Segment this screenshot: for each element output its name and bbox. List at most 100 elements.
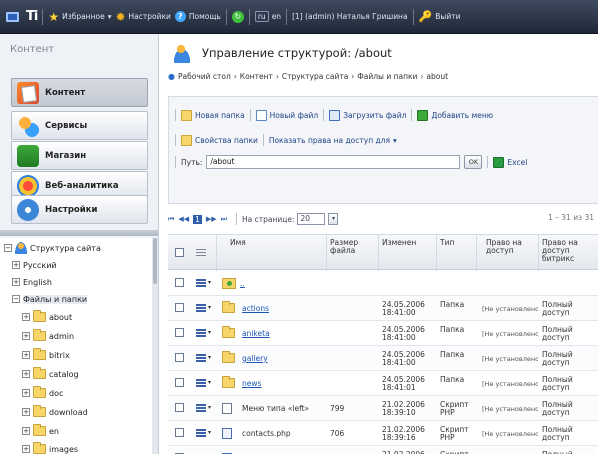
logout-button[interactable]: 🔑 Выйти xyxy=(419,10,461,23)
tree-item-en[interactable]: + en xyxy=(22,424,59,438)
collapse-icon[interactable]: − xyxy=(12,295,20,303)
current-user[interactable]: [1] (admin) Наталья Гришина xyxy=(292,12,408,21)
chevron-down-icon[interactable]: ▾ xyxy=(208,329,211,336)
menu-content-button[interactable]: Контент xyxy=(11,78,148,107)
table-row[interactable]: ▾ aniketa 24.05.2006 18:41:00 Папка [Не уста… xyxy=(168,321,598,346)
tree-item-russian[interactable]: + Русский xyxy=(12,258,57,272)
chevron-down-icon[interactable]: ▾ xyxy=(208,379,211,386)
row-checkbox[interactable] xyxy=(175,353,184,362)
menu-services-button[interactable]: Сервисы xyxy=(11,111,148,140)
tree-scrollbar[interactable] xyxy=(152,238,158,454)
table-row[interactable]: ▾.. xyxy=(168,271,598,296)
column-size[interactable]: Размер файла xyxy=(330,239,368,255)
add-menu-button[interactable]: Добавить меню xyxy=(417,109,493,121)
column-access-bitrix[interactable]: Право на доступ битрикс xyxy=(542,239,592,263)
lang-ru-button[interactable]: ru xyxy=(254,11,269,22)
menu-settings-button[interactable]: Настройки xyxy=(11,195,148,224)
favorites-menu[interactable]: ★ Избранное ▾ xyxy=(48,10,111,24)
column-name[interactable]: Имя xyxy=(230,239,246,247)
row-checkbox[interactable] xyxy=(175,303,184,312)
excel-export-button[interactable]: Excel xyxy=(493,156,527,168)
breadcrumb-item[interactable]: Контент xyxy=(240,72,273,81)
row-checkbox[interactable] xyxy=(175,378,184,387)
row-actions-icon[interactable] xyxy=(196,404,206,412)
row-name[interactable]: aniketa xyxy=(242,330,270,338)
settings-menu[interactable]: ✹ Настройки xyxy=(115,10,170,24)
show-rights-dropdown[interactable]: Показать права на доступ для ▾ xyxy=(269,136,397,145)
select-all-checkbox[interactable] xyxy=(175,248,184,257)
breadcrumb-item[interactable]: Файлы и папки xyxy=(357,72,417,81)
go-button[interactable]: OK xyxy=(464,155,483,169)
row-actions-icon[interactable] xyxy=(196,379,206,387)
table-row[interactable]: ▾ Меню типа «left» 799 21.02.2006 18:39:10 С… xyxy=(168,396,598,421)
chevron-down-icon[interactable]: ▾ xyxy=(208,279,211,286)
row-actions-icon[interactable] xyxy=(196,279,206,287)
chevron-down-icon[interactable]: ▾ xyxy=(328,213,339,225)
new-file-button[interactable]: Новый файл xyxy=(255,109,318,121)
chevron-down-icon[interactable]: ▾ xyxy=(208,429,211,436)
tree-item-english[interactable]: + English xyxy=(12,275,52,289)
first-page-button[interactable]: ⏮ xyxy=(168,215,174,224)
tree-item-site-structure[interactable]: − Структура сайта xyxy=(4,241,101,255)
chevron-down-icon[interactable]: ▾ xyxy=(208,404,211,411)
tree-item-files-folders[interactable]: − Файлы и папки xyxy=(12,292,88,306)
menu-shop-button[interactable]: Магазин xyxy=(11,141,148,170)
row-name[interactable]: actions xyxy=(242,305,269,313)
row-checkbox[interactable] xyxy=(175,428,184,437)
last-page-button[interactable]: ⏭ xyxy=(221,215,227,224)
row-name[interactable]: gallery xyxy=(242,355,268,363)
row-actions-icon[interactable] xyxy=(196,429,206,437)
expand-icon[interactable]: + xyxy=(12,261,20,269)
prev-page-button[interactable]: ◀◀ xyxy=(178,215,189,223)
expand-icon[interactable]: + xyxy=(22,389,30,397)
chevron-down-icon[interactable]: ▾ xyxy=(208,304,211,311)
expand-icon[interactable]: + xyxy=(12,278,20,286)
expand-icon[interactable]: + xyxy=(22,351,30,359)
row-checkbox[interactable] xyxy=(175,328,184,337)
tree-item-about[interactable]: + about xyxy=(22,310,72,324)
next-page-button[interactable]: ▶▶ xyxy=(206,215,217,223)
tree-item-admin[interactable]: + admin xyxy=(22,329,74,343)
expand-icon[interactable]: + xyxy=(22,332,30,340)
tree-item-doc[interactable]: + doc xyxy=(22,386,63,400)
tree-item-bitrix[interactable]: + bitrix xyxy=(22,348,70,362)
row-actions-icon[interactable] xyxy=(196,304,206,312)
upload-file-button[interactable]: Загрузить файл xyxy=(329,109,406,121)
tree-item-catalog[interactable]: + catalog xyxy=(22,367,79,381)
breadcrumb-item[interactable]: Рабочий стол xyxy=(178,72,231,81)
row-name[interactable]: news xyxy=(242,380,261,388)
table-row[interactable]: ▾contacts_inc.php1 Кб21.02.2006Скрипт[Не… xyxy=(168,446,598,454)
desktop-button[interactable]: Ti xyxy=(6,9,38,24)
expand-icon[interactable]: + xyxy=(22,427,30,435)
refresh-icon[interactable]: ↻ xyxy=(231,10,244,23)
columns-menu-icon[interactable] xyxy=(196,249,206,257)
table-row[interactable]: ▾ news 24.05.2006 18:41:01 Папка [Не установ… xyxy=(168,371,598,396)
new-folder-button[interactable]: Новая папка xyxy=(181,109,245,121)
path-input[interactable]: /about xyxy=(206,155,461,169)
column-modified[interactable]: Изменен xyxy=(382,239,416,247)
table-row[interactable]: ▾ gallery 24.05.2006 18:41:00 Папка [Не уста… xyxy=(168,346,598,371)
table-row[interactable]: ▾ contacts.php 706 21.02.2006 18:39:16 Скрип… xyxy=(168,421,598,446)
row-actions-icon[interactable] xyxy=(196,329,206,337)
expand-icon[interactable]: + xyxy=(22,313,30,321)
breadcrumb-item[interactable]: Структура сайта xyxy=(282,72,348,81)
panel-splitter[interactable] xyxy=(0,230,158,236)
row-checkbox[interactable] xyxy=(175,403,184,412)
chevron-down-icon[interactable]: ▾ xyxy=(208,354,211,361)
help-menu[interactable]: ? Помощь xyxy=(174,11,221,22)
tree-item-images[interactable]: + images xyxy=(22,442,78,454)
collapse-icon[interactable]: − xyxy=(4,244,12,252)
table-row[interactable]: ▾ actions 24.05.2006 18:41:00 Папка [Не уста… xyxy=(168,296,598,321)
expand-icon[interactable]: + xyxy=(22,445,30,453)
expand-icon[interactable]: + xyxy=(22,370,30,378)
per-page-select[interactable]: 20 xyxy=(297,213,326,225)
row-checkbox[interactable] xyxy=(175,278,184,287)
expand-icon[interactable]: + xyxy=(22,408,30,416)
tree-item-download[interactable]: + download xyxy=(22,405,88,419)
row-actions-icon[interactable] xyxy=(196,354,206,362)
lang-en-button[interactable]: en xyxy=(272,12,281,21)
row-name[interactable]: .. xyxy=(240,280,245,288)
column-type[interactable]: Тип xyxy=(440,239,454,247)
column-access[interactable]: Право на доступ xyxy=(486,239,530,255)
folder-properties-button[interactable]: Свойства папки xyxy=(181,134,258,146)
